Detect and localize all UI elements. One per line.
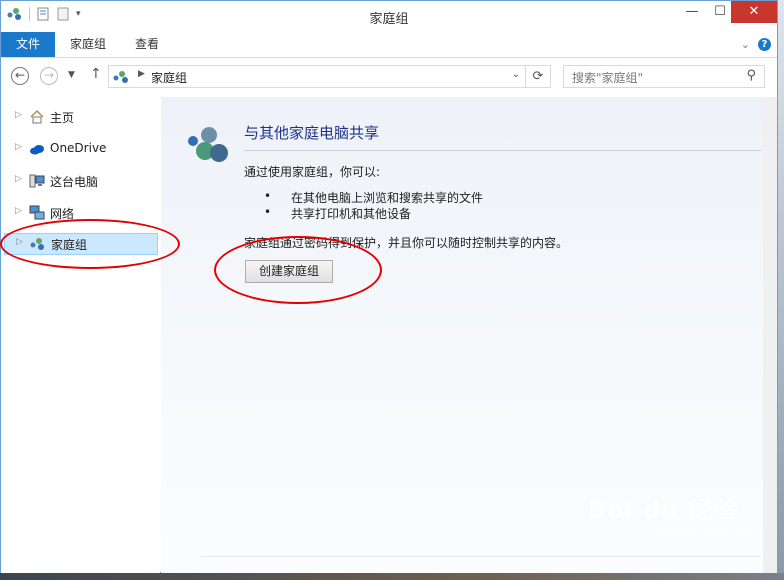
intro-text: 通过使用家庭组，你可以: <box>244 165 381 179</box>
sidebar-item-label: 主页 <box>50 111 75 125</box>
up-button[interactable]: ↑ <box>90 66 102 82</box>
vertical-scrollbar[interactable] <box>763 97 777 573</box>
sidebar-item-home[interactable]: ▷ 主页 <box>1 106 159 128</box>
watermark-url: jingyan.baidu.com <box>656 525 758 538</box>
search-placeholder: 搜索"家庭组" <box>572 71 644 85</box>
desktop-background <box>778 0 784 580</box>
address-dropdown-icon[interactable]: ⌄ <box>512 69 520 80</box>
back-button[interactable]: ← <box>11 67 29 85</box>
tab-homegroup[interactable]: 家庭组 <box>70 32 106 57</box>
expand-ribbon-icon[interactable]: ⌄ <box>741 38 750 51</box>
minimize-button[interactable]: — <box>677 1 707 23</box>
computer-icon <box>29 174 45 188</box>
sidebar-item-onedrive[interactable]: ▷ OneDrive <box>1 138 159 160</box>
watermark-logo: Bai du 经验 <box>588 496 739 524</box>
watermark: Bai du 经验 jingyan.baidu.com <box>588 490 758 538</box>
navigation-bar: ← → ▼ ↑ ▶ 家庭组 ⌄ ⟳ 搜索"家庭组" ⚲ <box>1 58 777 96</box>
tab-view[interactable]: 查看 <box>135 32 159 57</box>
sidebar-item-label: OneDrive <box>50 141 107 155</box>
cloud-icon <box>30 145 44 155</box>
address-bar[interactable]: ▶ 家庭组 ⌄ ⟳ <box>108 65 551 88</box>
homegroup-icon <box>188 127 228 162</box>
footer-divider <box>201 556 761 557</box>
annotation-ellipse <box>0 219 180 269</box>
expand-arrow-icon[interactable]: ▷ <box>15 206 22 216</box>
tab-file[interactable]: 文件 <box>1 32 55 57</box>
bullet-mark: • <box>264 205 272 219</box>
title-bar: ▾ 家庭组 — ☐ ✕ <box>1 1 777 32</box>
home-icon <box>30 109 44 124</box>
expand-arrow-icon[interactable]: ▷ <box>15 110 22 120</box>
homegroup-icon <box>113 71 128 83</box>
bullet-mark: • <box>264 189 272 203</box>
list-item-text: 在其他电脑上浏览和搜索共享的文件 <box>291 191 484 205</box>
desktop-background <box>0 573 784 580</box>
scrollbar-thumb[interactable] <box>765 101 775 567</box>
forward-button[interactable]: → <box>40 67 58 85</box>
sidebar-item-label: 这台电脑 <box>50 175 99 189</box>
ribbon-tabs: 文件 家庭组 查看 ⌄ ? <box>1 32 777 58</box>
refresh-button[interactable]: ⟳ <box>525 66 550 87</box>
expand-arrow-icon[interactable]: ▷ <box>15 174 22 184</box>
list-item-text: 共享打印机和其他设备 <box>291 207 412 221</box>
heading-divider <box>244 150 761 151</box>
explorer-window: ▾ 家庭组 — ☐ ✕ 文件 家庭组 查看 ⌄ ? ← → ▼ ↑ ▶ 家庭组 … <box>0 0 778 573</box>
network-icon <box>29 205 45 220</box>
page-title: 与其他家庭电脑共享 <box>244 124 380 142</box>
navigation-pane: ▷ 主页 ▷ OneDrive ▷ 这台电脑 ▷ 网络 ▷ 家庭组 <box>1 97 160 573</box>
search-icon[interactable]: ⚲ <box>746 68 756 83</box>
ribbon-controls: ⌄ ? <box>741 38 771 51</box>
breadcrumb[interactable]: 家庭组 <box>151 69 187 86</box>
recent-locations-icon[interactable]: ▼ <box>68 70 75 80</box>
close-button[interactable]: ✕ <box>731 1 777 23</box>
help-icon[interactable]: ? <box>758 38 771 51</box>
annotation-ellipse <box>214 236 382 304</box>
breadcrumb-arrow-icon[interactable]: ▶ <box>138 69 145 79</box>
expand-arrow-icon[interactable]: ▷ <box>15 142 22 152</box>
sidebar-item-this-pc[interactable]: ▷ 这台电脑 <box>1 170 159 192</box>
window-title: 家庭组 <box>369 12 409 27</box>
search-input[interactable]: 搜索"家庭组" ⚲ <box>563 65 765 88</box>
